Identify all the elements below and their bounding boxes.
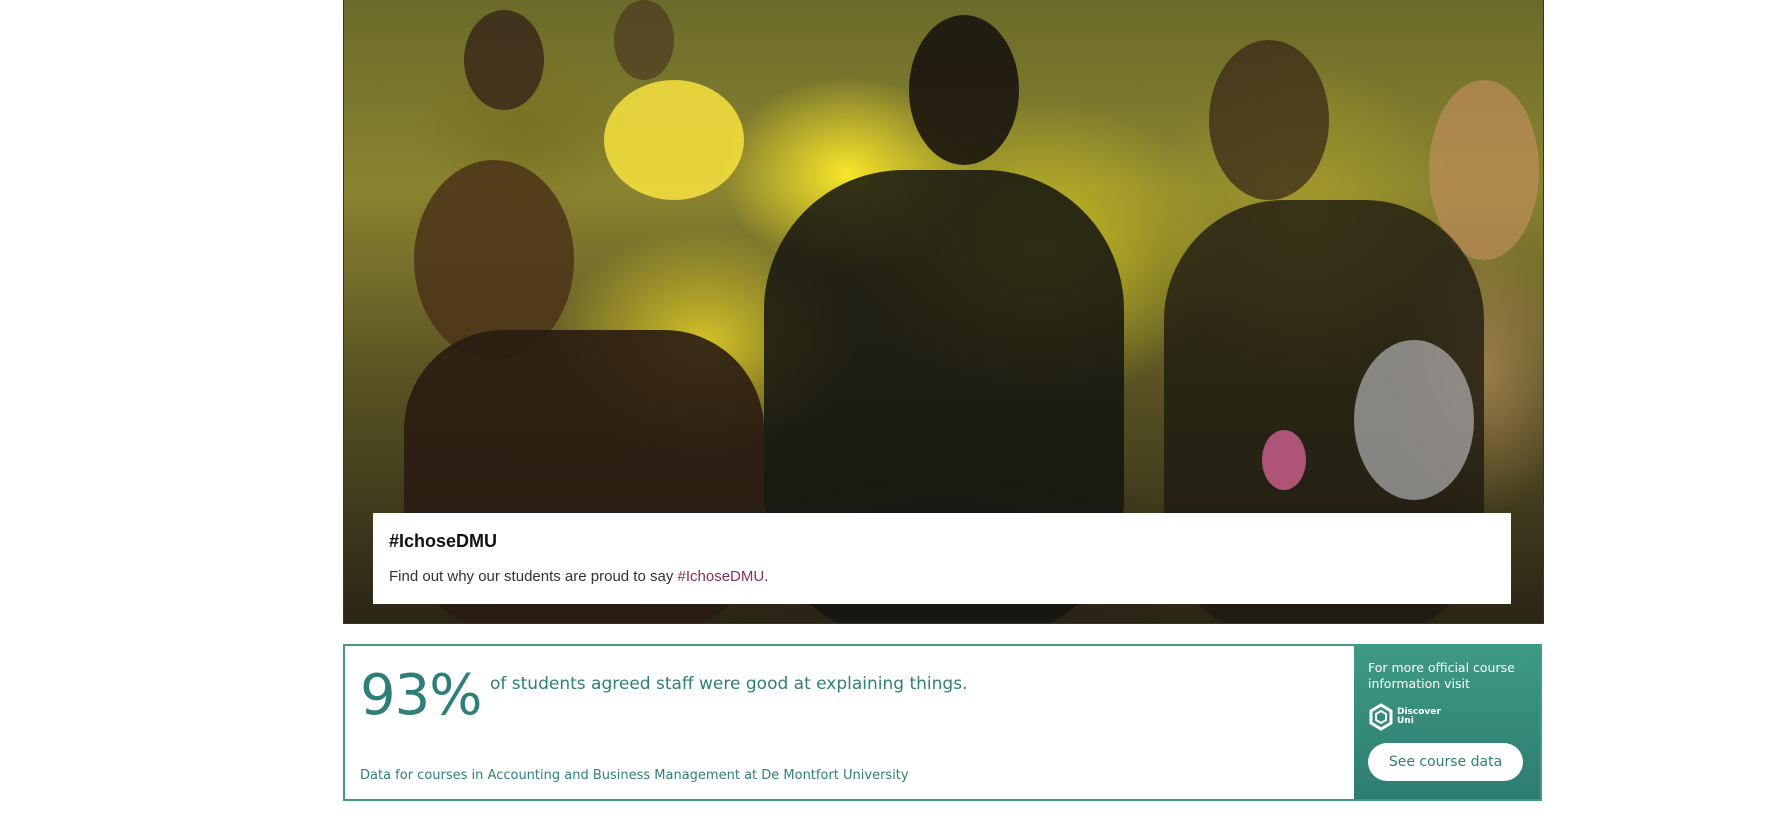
logo-line-uni: Uni [1397, 716, 1414, 726]
caption-title: #IchoseDMU [389, 531, 498, 551]
ichosedmu-link[interactable]: #IchoseDMU [678, 568, 765, 585]
discover-uni-logo[interactable]: Discover Uni [1368, 703, 1526, 731]
stat-description: of students agreed staff were good at ex… [490, 674, 968, 694]
caption-text-body: Find out why our students are proud to s… [389, 568, 678, 585]
discover-uni-panel: For more official course information vis… [1354, 646, 1540, 799]
hero-image-block: #IchoseDMU Find out why our students are… [343, 0, 1544, 624]
hero-caption: #IchoseDMU Find out why our students are… [373, 513, 1511, 604]
official-info-text: For more official course information vis… [1368, 660, 1515, 691]
discover-uni-hexagon-icon [1369, 703, 1393, 731]
course-stats-widget: 93% of students agreed staff were good a… [343, 644, 1542, 801]
see-course-data-button[interactable]: See course data [1368, 743, 1523, 781]
stat-source-note: Data for courses in Accounting and Busin… [360, 768, 909, 783]
discover-uni-wordmark: Discover Uni [1397, 708, 1441, 726]
stats-main: 93% of students agreed staff were good a… [345, 646, 1354, 799]
caption-text-end: . [764, 568, 769, 585]
stat-percentage: 93% [360, 663, 482, 728]
caption-text: Find out why our students are proud to s… [389, 568, 1495, 585]
page: #IchoseDMU Find out why our students are… [0, 0, 1788, 824]
